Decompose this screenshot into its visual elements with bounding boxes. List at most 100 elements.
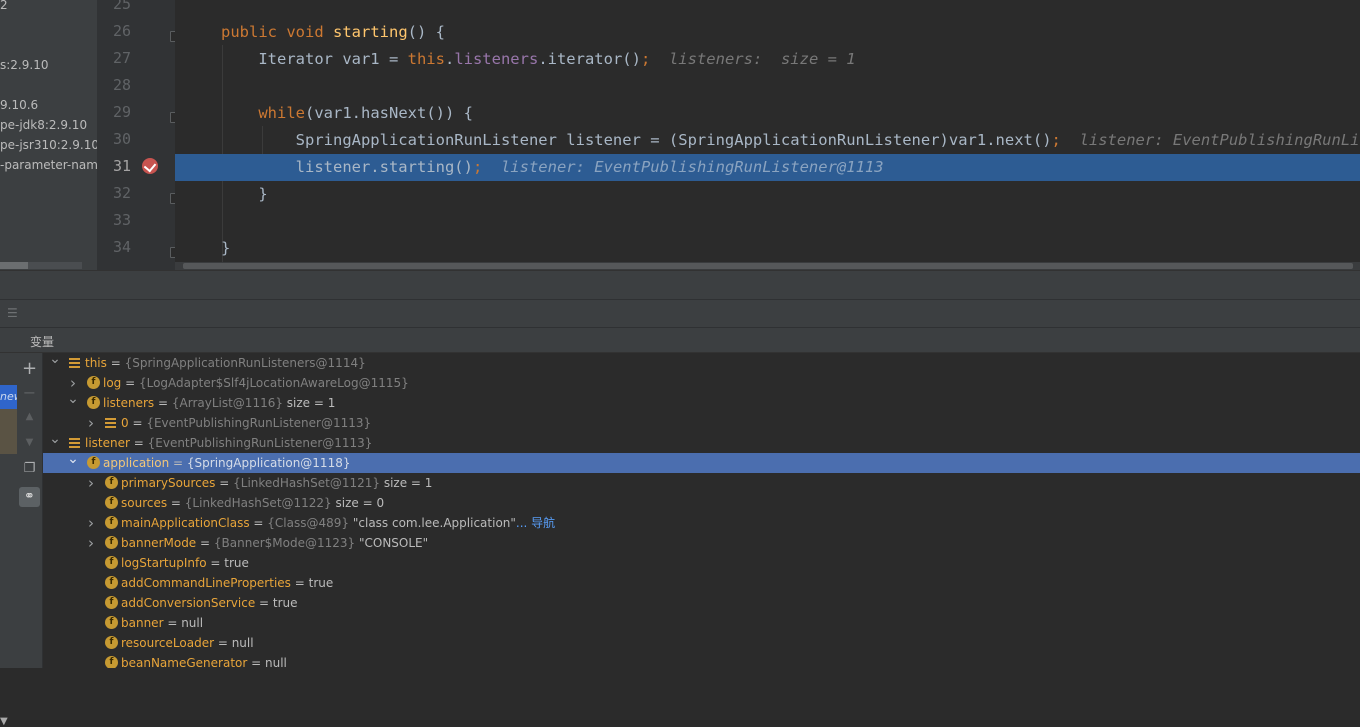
panel-divider[interactable] (0, 270, 1360, 300)
equals-sign: = (129, 436, 148, 450)
line-number[interactable]: 27 (97, 49, 131, 67)
project-tree-item[interactable]: 9.10.6 (0, 98, 38, 112)
variable-row[interactable]: f sources = {LinkedHashSet@1122} size = 0 (43, 493, 1360, 513)
breakpoint-icon[interactable] (142, 158, 158, 174)
move-down-icon[interactable]: ▼ (17, 437, 42, 448)
collapse-arrow-icon[interactable]: ⌄ (67, 389, 79, 409)
variable-row[interactable]: › f bannerMode = {Banner$Mode@1123} "CONSO… (43, 533, 1360, 553)
scrollbar-thumb[interactable] (183, 263, 1353, 269)
variable-type: {LinkedHashSet@1122} (184, 496, 332, 510)
line-number[interactable]: 32 (97, 184, 131, 202)
glasses-icon[interactable]: ⚭ (19, 487, 40, 507)
collapse-arrow-icon[interactable]: ⌄ (67, 449, 79, 469)
editor-horizontal-scrollbar[interactable] (175, 262, 1360, 270)
variable-name: listeners (103, 396, 155, 410)
line-number[interactable]: 28 (97, 76, 131, 94)
code-line[interactable]: public void starting() { (175, 19, 445, 46)
variable-text: listener = {EventPublishingRunListener@1… (85, 433, 372, 453)
expand-arrow-icon[interactable]: › (85, 533, 97, 553)
variable-value: size = 1 (282, 396, 336, 410)
code-line[interactable]: Iterator var1 = this.listeners.iterator(… (175, 46, 855, 73)
variables-tree[interactable]: ⌄ this = {SpringApplicationRunListeners@1… (43, 353, 1360, 668)
line-number[interactable]: 25 (97, 0, 131, 13)
selected-frame[interactable]: new (0, 385, 17, 409)
editor-gutter[interactable]: 25 26 27 28 29 30 31 32 33 34 (97, 0, 181, 270)
variable-type: {SpringApplicationRunListeners@1114} (124, 356, 366, 370)
variable-row[interactable]: f addCommandLineProperties = true (43, 573, 1360, 593)
equals-sign: = (215, 476, 234, 490)
variable-row[interactable]: f addConversionService = true (43, 593, 1360, 613)
filter-icon[interactable]: ▼ (0, 716, 8, 727)
variable-icon (69, 358, 80, 368)
expand-arrow-icon[interactable]: › (85, 413, 97, 433)
code-token: ; (472, 158, 483, 176)
code-token: () { (407, 23, 445, 41)
code-token: starting (333, 23, 408, 41)
move-up-icon[interactable]: ▲ (17, 411, 42, 422)
line-number[interactable]: 31 (97, 157, 131, 175)
variable-text: resourceLoader = null (121, 633, 254, 653)
variable-row[interactable]: › f primarySources = {LinkedHashSet@1121} … (43, 473, 1360, 493)
variable-name: 0 (121, 416, 129, 430)
inline-debug-value: listener: EventPublishingRunListener@111… (1079, 131, 1360, 149)
code-editor[interactable]: public void starting() { Iterator var1 =… (175, 0, 1360, 262)
collapse-arrow-icon[interactable]: ⌄ (49, 353, 61, 369)
variable-row[interactable]: › f mainApplicationClass = {Class@489} "cl… (43, 513, 1360, 533)
project-tree-item[interactable]: 2 (0, 0, 8, 12)
scrollbar-thumb[interactable] (0, 262, 28, 269)
variable-type: {ArrayList@1116} (171, 396, 283, 410)
variable-row[interactable]: f banner = null (43, 613, 1360, 633)
line-number[interactable]: 30 (97, 130, 131, 148)
code-line[interactable] (175, 0, 221, 19)
code-token: void (286, 23, 333, 41)
code-line[interactable]: SpringApplicationRunListener listener = … (175, 127, 1360, 154)
project-tree-item[interactable]: pe-jsr310:2.9.10 (0, 138, 97, 152)
field-icon: f (105, 656, 118, 668)
add-icon[interactable]: + (17, 358, 42, 379)
line-number[interactable]: 34 (97, 238, 131, 256)
variable-type: {LogAdapter$Slf4jLocationAwareLog@1115} (138, 376, 409, 390)
variable-row[interactable]: f logStartupInfo = true (43, 553, 1360, 573)
remove-icon[interactable]: − (17, 383, 42, 402)
variable-row[interactable]: ⌄ this = {SpringApplicationRunListeners@1… (43, 353, 1360, 373)
variable-row[interactable]: f resourceLoader = null (43, 633, 1360, 653)
equals-sign: = (206, 556, 225, 570)
project-tree-item[interactable]: -parameter-names (0, 158, 97, 172)
expand-arrow-icon[interactable]: › (85, 473, 97, 493)
copy-icon[interactable]: ❐ (17, 461, 42, 476)
variable-row[interactable]: ⌄ f listeners = {ArrayList@1116} size = 1 (43, 391, 1360, 413)
variable-row[interactable]: › f log = {LogAdapter$Slf4jLocationAwareLo… (43, 373, 1360, 393)
code-line[interactable] (175, 208, 221, 235)
equals-sign: = (196, 536, 214, 550)
variable-icon (105, 418, 116, 428)
code-line[interactable]: while(var1.hasNext()) { (175, 100, 473, 127)
project-tree-item[interactable]: pe-jdk8:2.9.10 (0, 118, 87, 132)
field-icon: f (87, 376, 100, 389)
code-line[interactable]: } (175, 181, 267, 208)
navigate-link[interactable]: ... 导航 (516, 516, 555, 530)
project-tree-scrollbar[interactable] (0, 262, 82, 269)
variable-row[interactable]: ⌄ f application = {SpringApplication@1118} (43, 451, 1360, 473)
expand-arrow-icon[interactable]: › (85, 513, 97, 533)
equals-sign: = (214, 636, 232, 650)
line-number[interactable]: 29 (97, 103, 131, 121)
threads-icon[interactable]: ☰ (7, 306, 18, 320)
variable-text: listeners = {ArrayList@1116} size = 1 (103, 393, 335, 413)
field-icon: f (105, 616, 118, 629)
variable-row[interactable]: › 0 = {EventPublishingRunListener@1113} (43, 413, 1360, 433)
line-number[interactable]: 33 (97, 211, 131, 229)
project-tree-item[interactable]: s:2.9.10 (0, 58, 48, 72)
variables-toolbar: + − ▲ ▼ ❐ ⚭ (17, 353, 43, 668)
line-number[interactable]: 26 (97, 22, 131, 40)
variable-name: mainApplicationClass (121, 516, 250, 530)
code-token: listeners (454, 50, 539, 68)
variable-row[interactable]: ⌄ listener = {EventPublishingRunListener@… (43, 431, 1360, 453)
code-line[interactable]: } (175, 235, 230, 262)
code-line[interactable] (175, 73, 221, 100)
current-code-line[interactable]: listener.starting(); listener: EventPubl… (175, 154, 1360, 181)
code-token: } (221, 239, 231, 257)
variable-row[interactable]: f beanNameGenerator = null (43, 653, 1360, 668)
collapse-arrow-icon[interactable]: ⌄ (49, 429, 61, 449)
code-token: listener.starting() (221, 158, 473, 176)
frame-item[interactable] (0, 409, 17, 454)
